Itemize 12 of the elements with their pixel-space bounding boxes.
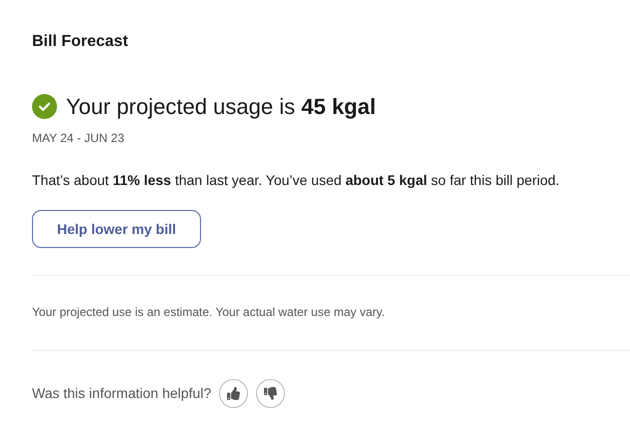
card-title: Bill Forecast [32, 32, 128, 52]
thumbs-up-button[interactable] [219, 379, 248, 408]
thumbs-down-button[interactable] [256, 379, 286, 408]
disclaimer: Your projected use is an estimate. Your actual water use may vary. [32, 304, 385, 321]
usage-summary: That’s about 11% less than last year. You’ve used about 5 kgal so far this bill period. [32, 171, 560, 190]
bill-period: MAY 24 - JUN 23 [32, 130, 124, 147]
feedback-question: Was this information helpful? [32, 384, 212, 403]
thumbs-down-icon [264, 387, 278, 400]
check-circle-icon [32, 94, 57, 119]
projection-headline: Your projected usage is 45 kgal [66, 93, 376, 121]
thumbs-up-icon [227, 387, 240, 400]
help-lower-bill-button[interactable]: Help lower my bill [32, 210, 201, 248]
